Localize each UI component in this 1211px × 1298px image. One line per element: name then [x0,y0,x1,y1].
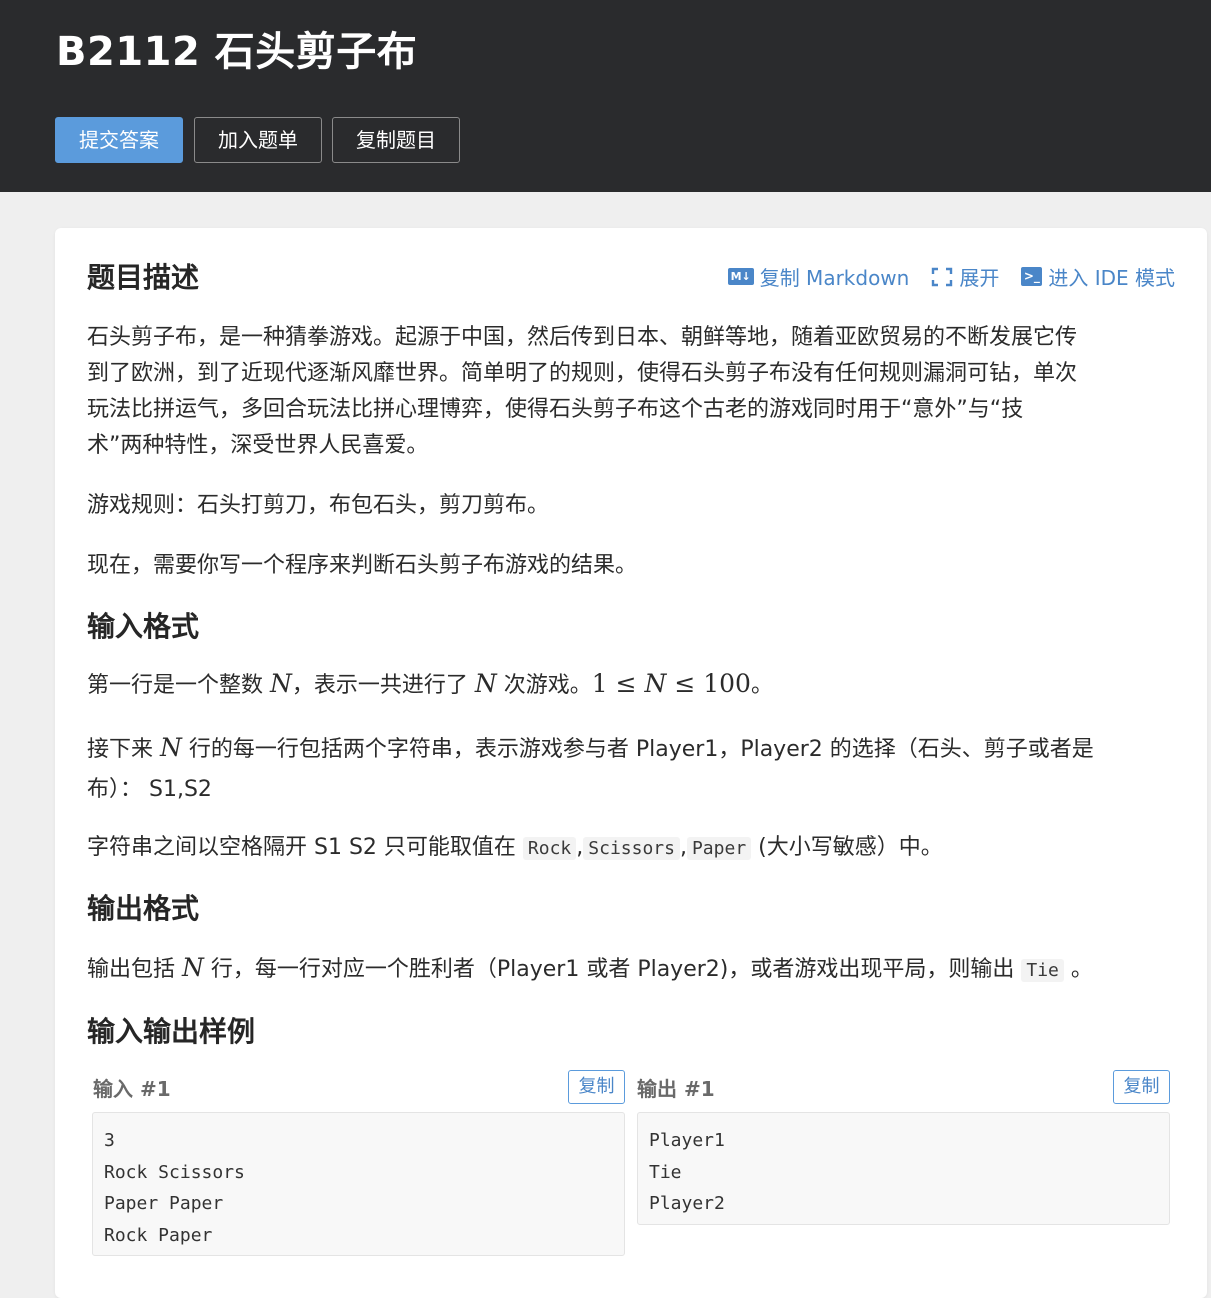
input-format-paragraph-1: 第一行是一个整数 N，表示一共进行了 N 次游戏。1 ≤ N ≤ 100。 [87,666,1172,704]
input-format-paragraph-3: 字符串之间以空格隔开 S1 S2 只可能取值在 Rock, Scissors, Pa… [87,830,1172,867]
text-fragment: ，表示一共进行了 [291,673,475,698]
sample-input-label: 输入 #1 [93,1077,171,1101]
math-range-end: ≤ 100 [666,669,751,698]
description-line: 到了欧洲，到了近现代逐渐风靡世界。简单明了的规则，使得石头剪子布没有任何规则漏洞… [87,361,1078,386]
sample-input-block: 3 Rock Scissors Paper Paper Rock Paper [92,1112,625,1256]
description-line: 术”两种特性，深受世界人民喜爱。 [87,433,429,458]
copy-output-button[interactable]: 复制 [1113,1070,1170,1104]
ide-mode-link[interactable]: >_ 进入 IDE 模式 [1021,262,1175,291]
problem-toolbar: M↓ 复制 Markdown 展开 >_ 进入 IDE 模式 [727,262,1175,291]
text-fragment: 接下来 [87,737,160,762]
text-fragment: 次游戏。 [496,673,592,698]
math-var-n: N [474,669,497,698]
inline-code-rock: Rock [522,837,577,860]
inline-code-paper: Paper [686,837,752,860]
problem-card: M↓ 复制 Markdown 展开 >_ 进入 IDE 模式 题目描述 石头剪子… [55,228,1207,1298]
input-format-line: 接下来 N 行的每一行包括两个字符串，表示游戏参与者 Player1，Playe… [87,730,1172,768]
copy-markdown-label: 复制 Markdown [759,266,910,290]
inline-code-tie: Tie [1021,959,1064,982]
math-range-start: 1 ≤ [591,669,645,698]
copy-input-button[interactable]: 复制 [568,1070,625,1104]
text-fragment: 。 [750,673,773,698]
description-heading: 题目描述 [87,261,200,294]
text-fragment: 。 [1063,957,1093,982]
input-format-line: 布）： S1,S2 [87,777,212,802]
description-paragraph-3: 现在，需要你写一个程序来判断石头剪子布游戏的结果。 [87,553,638,578]
submit-answer-button[interactable]: 提交答案 [55,117,183,163]
description-paragraph-1: 石头剪子布，是一种猜拳游戏。起源于中国，然后传到日本、朝鲜等地，随着亚欧贸易的不… [87,320,1172,464]
ide-mode-label: 进入 IDE 模式 [1048,266,1175,290]
page-title: B2112 石头剪子布 [56,29,418,75]
description-line: 石头剪子布，是一种猜拳游戏。起源于中国，然后传到日本、朝鲜等地，随着亚欧贸易的不… [87,325,1078,350]
input-format-heading: 输入格式 [87,610,200,643]
sample-output-label: 输出 #1 [637,1077,715,1101]
output-format-heading: 输出格式 [87,892,200,925]
math-var-n: N [270,669,292,698]
text-fragment: , [679,835,687,860]
input-format-paragraph-2: 接下来 N 行的每一行包括两个字符串，表示游戏参与者 Player1，Playe… [87,730,1172,808]
output-format-paragraph-1: 输出包括 N 行，每一行对应一个胜利者（Player1 或者 Player2)，… [87,950,1172,989]
description-line: 玩法比拼运气，多回合玩法比拼心理博弈，使得石头剪子布这个古老的游戏同时用于“意外… [87,397,1024,422]
inline-code-scissors: Scissors [583,837,680,860]
samples-heading: 输入输出样例 [87,1015,256,1048]
text-fragment: 行，每一行对应一个胜利者（Player1 或者 Player2)，或者游戏出现平… [203,957,1022,982]
problem-header: B2112 石头剪子布 提交答案 加入题单 复制题目 [0,0,1211,192]
copy-markdown-link[interactable]: M↓ 复制 Markdown [727,262,910,291]
math-var-n: N [182,953,204,982]
terminal-icon: >_ [1021,267,1043,286]
text-fragment: 行的每一行包括两个字符串，表示游戏参与者 Player1，Player2 的选择… [181,737,1094,762]
expand-icon [931,267,953,287]
text-fragment: 输出包括 [87,957,182,982]
add-to-list-button[interactable]: 加入题单 [194,117,322,163]
copy-problem-button[interactable]: 复制题目 [332,117,460,163]
sample-output-block: Player1 Tie Player2 [637,1112,1170,1225]
text-fragment: 字符串之间以空格隔开 S1 S2 只可能取值在 [87,835,523,860]
math-var-n: N [160,733,182,762]
description-paragraph-2: 游戏规则：石头打剪刀，布包石头，剪刀剪布。 [87,493,550,518]
expand-link[interactable]: 展开 [931,262,999,291]
expand-label: 展开 [959,266,1000,290]
text-fragment: (大小写敏感）中。 [751,835,943,860]
math-var-n: N [644,669,667,698]
text-fragment: 第一行是一个整数 [87,673,270,698]
markdown-icon: M↓ [727,268,754,285]
